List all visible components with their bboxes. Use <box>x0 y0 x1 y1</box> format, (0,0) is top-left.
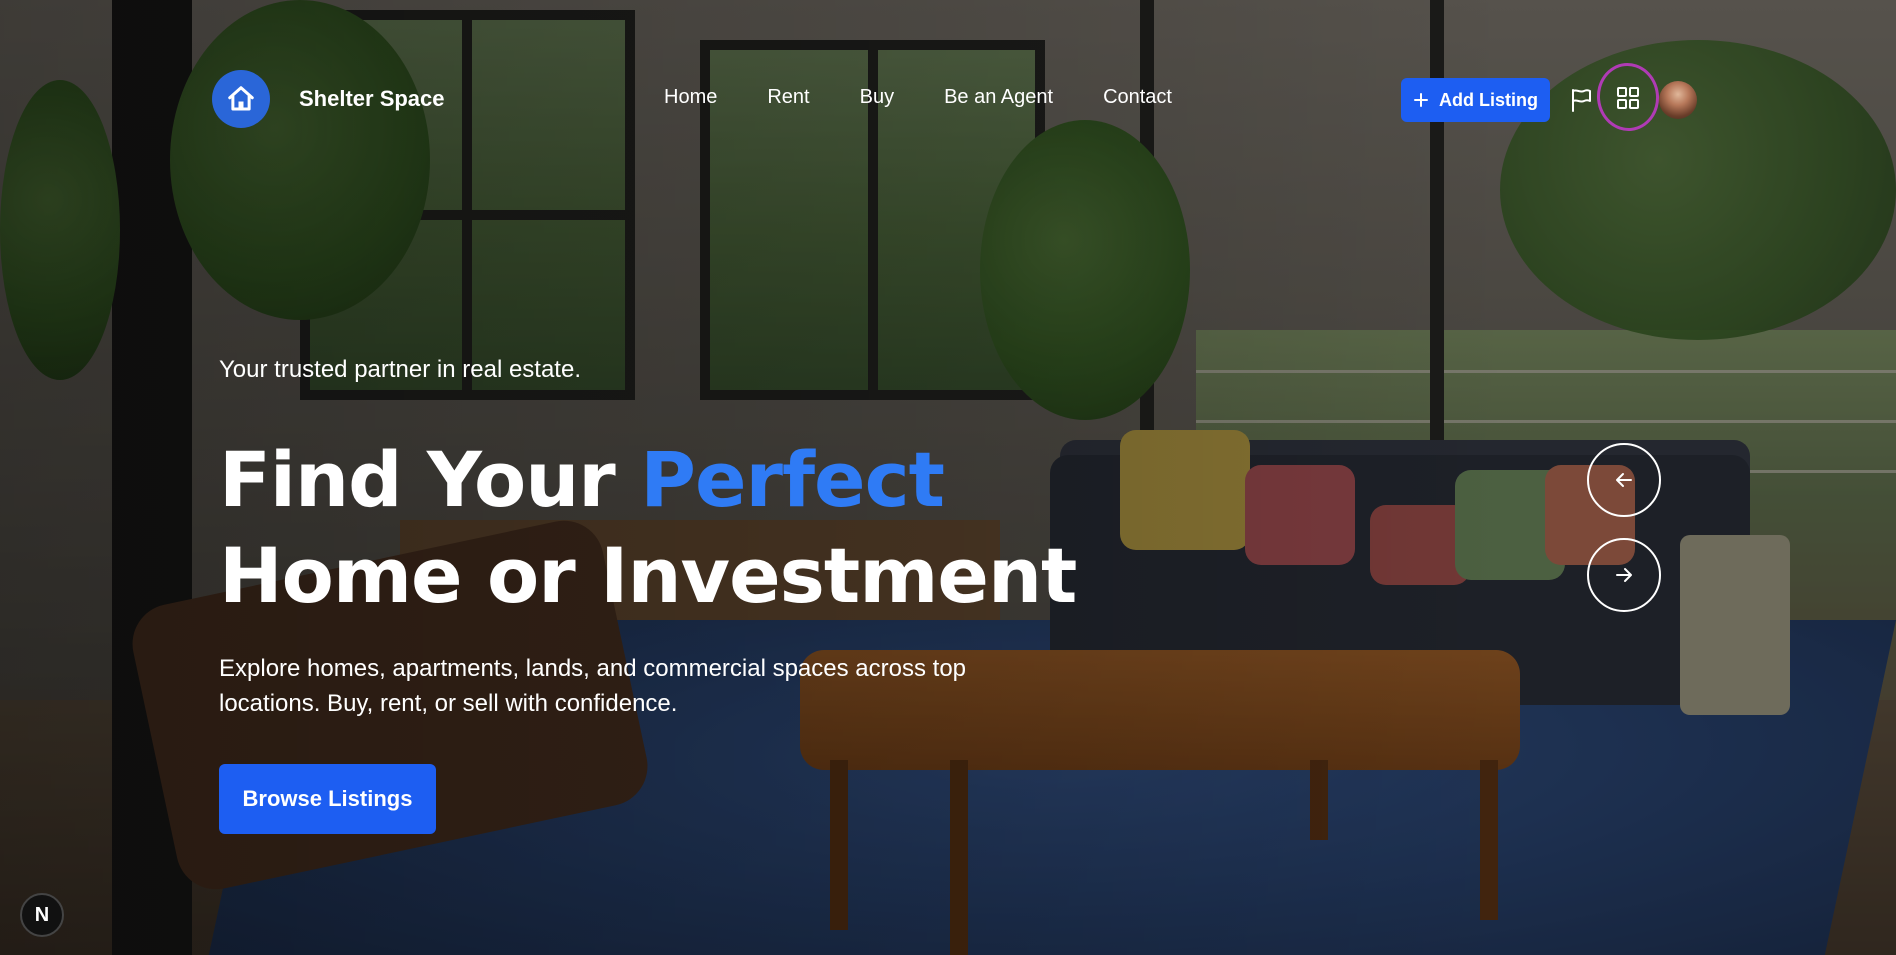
logo[interactable] <box>212 70 270 128</box>
site-header: Shelter Space Home Rent Buy Be an Agent … <box>0 0 1896 200</box>
nav-item-contact[interactable]: Contact <box>1103 86 1172 109</box>
headline-part-1: Find Your <box>219 435 641 524</box>
browse-listings-button[interactable]: Browse Listings <box>219 764 436 834</box>
plus-icon <box>1414 93 1428 107</box>
hero-tagline: Your trusted partner in real estate. <box>219 356 581 383</box>
add-listing-button[interactable]: Add Listing <box>1401 78 1550 122</box>
carousel-prev-button[interactable] <box>1587 443 1661 517</box>
highlight-circle-annotation <box>1593 59 1663 135</box>
nav-item-buy[interactable]: Buy <box>860 86 894 109</box>
main-nav: Home Rent Buy Be an Agent Contact <box>664 86 1222 109</box>
nav-item-be-an-agent[interactable]: Be an Agent <box>944 86 1053 109</box>
arrow-left-icon <box>1616 473 1632 487</box>
carousel-next-button[interactable] <box>1587 538 1661 612</box>
nav-item-home[interactable]: Home <box>664 86 717 109</box>
headline-accent: Perfect <box>640 435 945 524</box>
brand-name[interactable]: Shelter Space <box>299 86 445 112</box>
dev-tools-badge[interactable]: N <box>20 893 64 937</box>
flag-icon[interactable] <box>1569 87 1593 113</box>
headline-part-2: Home or Investment <box>219 531 1077 620</box>
add-listing-label: Add Listing <box>1439 89 1538 110</box>
hero-headline: Find Your Perfect Home or Investment <box>219 432 1077 624</box>
avatar[interactable] <box>1659 81 1697 119</box>
arrow-right-icon <box>1616 568 1632 582</box>
hero-subtext: Explore homes, apartments, lands, and co… <box>219 655 967 717</box>
nav-item-rent[interactable]: Rent <box>767 86 809 109</box>
house-icon <box>228 86 254 111</box>
